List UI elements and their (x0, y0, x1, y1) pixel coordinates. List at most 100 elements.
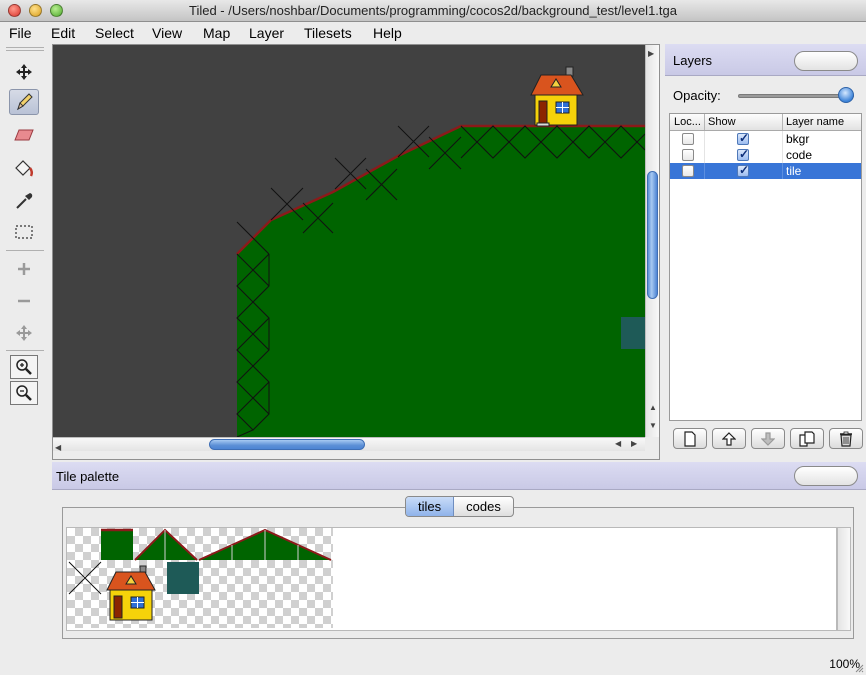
layer-table: Loc... Show Layer name bkgr code tile (669, 113, 862, 421)
layer-name: code (786, 148, 813, 162)
scroll-left-icon[interactable]: ◀ (615, 439, 621, 448)
toolbar-separator (6, 350, 44, 351)
new-document-icon (684, 430, 696, 447)
map-panel: ▶ ▲ ▼ ◀ ◀ ▶ (52, 44, 660, 460)
menu-help[interactable]: Help (373, 25, 402, 41)
column-show[interactable]: Show (708, 116, 736, 128)
column-divider (704, 114, 705, 130)
stamp-brush-button[interactable] (9, 89, 39, 115)
arrow-down-icon (761, 431, 775, 446)
tileset-image[interactable] (67, 528, 333, 628)
cell-divider (782, 163, 783, 179)
cell-divider (782, 147, 783, 163)
map-vertical-scrollbar[interactable]: ▶ ▲ ▼ (645, 45, 659, 437)
layer-row-bkgr[interactable]: bkgr (670, 131, 861, 147)
marquee-select-icon (15, 225, 33, 239)
pencil-icon (17, 93, 33, 111)
menu-view[interactable]: View (152, 25, 182, 41)
layers-panel-toggle-button[interactable] (794, 51, 858, 71)
zoom-in-icon (16, 359, 32, 375)
grass-terrain (237, 126, 645, 437)
move-object-button[interactable] (9, 320, 39, 346)
scroll-down-icon[interactable]: ▼ (649, 421, 657, 430)
tool-strip (0, 44, 50, 675)
cell-divider (704, 131, 705, 147)
zoom-in-button[interactable] (10, 355, 38, 379)
menu-tilesets[interactable]: Tilesets (304, 25, 352, 41)
move-layer-up-button[interactable] (712, 428, 746, 449)
tile-palette-header: Tile palette (52, 462, 866, 490)
tileset-container (62, 507, 854, 639)
eyedropper-icon (16, 193, 33, 209)
resize-grip-icon[interactable] (854, 663, 864, 673)
window-titlebar: Tiled - /Users/noshbar/Documents/program… (0, 0, 866, 22)
menu-select[interactable]: Select (95, 25, 134, 41)
column-layer-name[interactable]: Layer name (786, 116, 844, 128)
cell-divider (782, 131, 783, 147)
opacity-slider-knob[interactable] (838, 87, 854, 103)
move-arrows-icon (16, 325, 32, 341)
tile-palette-toggle-button[interactable] (794, 466, 858, 486)
layer-lock-checkbox[interactable] (682, 133, 694, 145)
code-tile (621, 317, 645, 349)
menu-layer[interactable]: Layer (249, 25, 284, 41)
duplicate-icon (799, 430, 815, 447)
plus-icon (18, 263, 30, 275)
minus-icon (18, 299, 30, 303)
layer-row-tile[interactable]: tile (670, 163, 861, 179)
map-horizontal-scrollbar[interactable]: ◀ ◀ ▶ (53, 437, 645, 452)
move-tool-button[interactable] (9, 59, 39, 85)
trash-icon (840, 431, 852, 447)
cell-divider (704, 147, 705, 163)
scroll-arrow-icon: ▶ (648, 49, 655, 58)
move-arrows-icon (16, 64, 32, 80)
opacity-slider[interactable] (738, 94, 854, 98)
tile-palette-title: Tile palette (56, 469, 120, 484)
layer-visible-checkbox[interactable] (737, 163, 749, 177)
collision-x-tile (68, 561, 102, 595)
house-tile (530, 66, 584, 127)
move-layer-down-button[interactable] (751, 428, 785, 449)
menu-map[interactable]: Map (203, 25, 230, 41)
eraser-button[interactable] (9, 123, 39, 149)
layer-visible-checkbox[interactable] (737, 147, 749, 161)
tileset-view[interactable] (66, 527, 837, 631)
zoom-out-button[interactable] (10, 381, 38, 405)
window-title: Tiled - /Users/noshbar/Documents/program… (189, 3, 677, 18)
layer-row-code[interactable]: code (670, 147, 861, 163)
layer-buttons (673, 428, 863, 449)
map-tiles[interactable] (53, 45, 645, 437)
toolbar-separator (6, 250, 44, 251)
grass-slope-tile (135, 530, 197, 560)
map-canvas[interactable] (53, 45, 645, 437)
eraser-icon (14, 129, 34, 141)
tileset-vertical-scrollbar[interactable] (837, 527, 851, 631)
duplicate-layer-button[interactable] (790, 428, 824, 449)
menu-edit[interactable]: Edit (51, 25, 75, 41)
remove-tile-button[interactable] (9, 288, 39, 314)
scroll-right-icon[interactable]: ▶ (631, 439, 637, 448)
add-tile-button[interactable] (9, 256, 39, 282)
new-layer-button[interactable] (673, 428, 707, 449)
column-locked[interactable]: Loc... (674, 116, 701, 128)
tab-codes[interactable]: codes (454, 497, 513, 516)
layers-panel-title: Layers (673, 53, 713, 68)
vertical-scroll-thumb[interactable] (647, 171, 658, 299)
grass-block-tile (101, 530, 133, 560)
column-divider (782, 114, 783, 130)
layer-name: bkgr (786, 132, 810, 146)
eyedropper-button[interactable] (9, 188, 39, 214)
arrow-up-icon (722, 431, 736, 446)
horizontal-scroll-thumb[interactable] (209, 439, 365, 450)
layer-visible-checkbox[interactable] (737, 131, 749, 145)
bucket-fill-button[interactable] (9, 156, 39, 182)
tab-tiles[interactable]: tiles (406, 497, 455, 516)
menu-file[interactable]: File (9, 25, 32, 41)
cell-divider (704, 163, 705, 179)
layer-lock-checkbox[interactable] (682, 165, 694, 177)
rectangle-select-button[interactable] (9, 219, 39, 245)
scroll-up-icon[interactable]: ▲ (649, 403, 657, 412)
layer-table-header: Loc... Show Layer name (670, 114, 861, 131)
layer-lock-checkbox[interactable] (682, 149, 694, 161)
delete-layer-button[interactable] (829, 428, 863, 449)
